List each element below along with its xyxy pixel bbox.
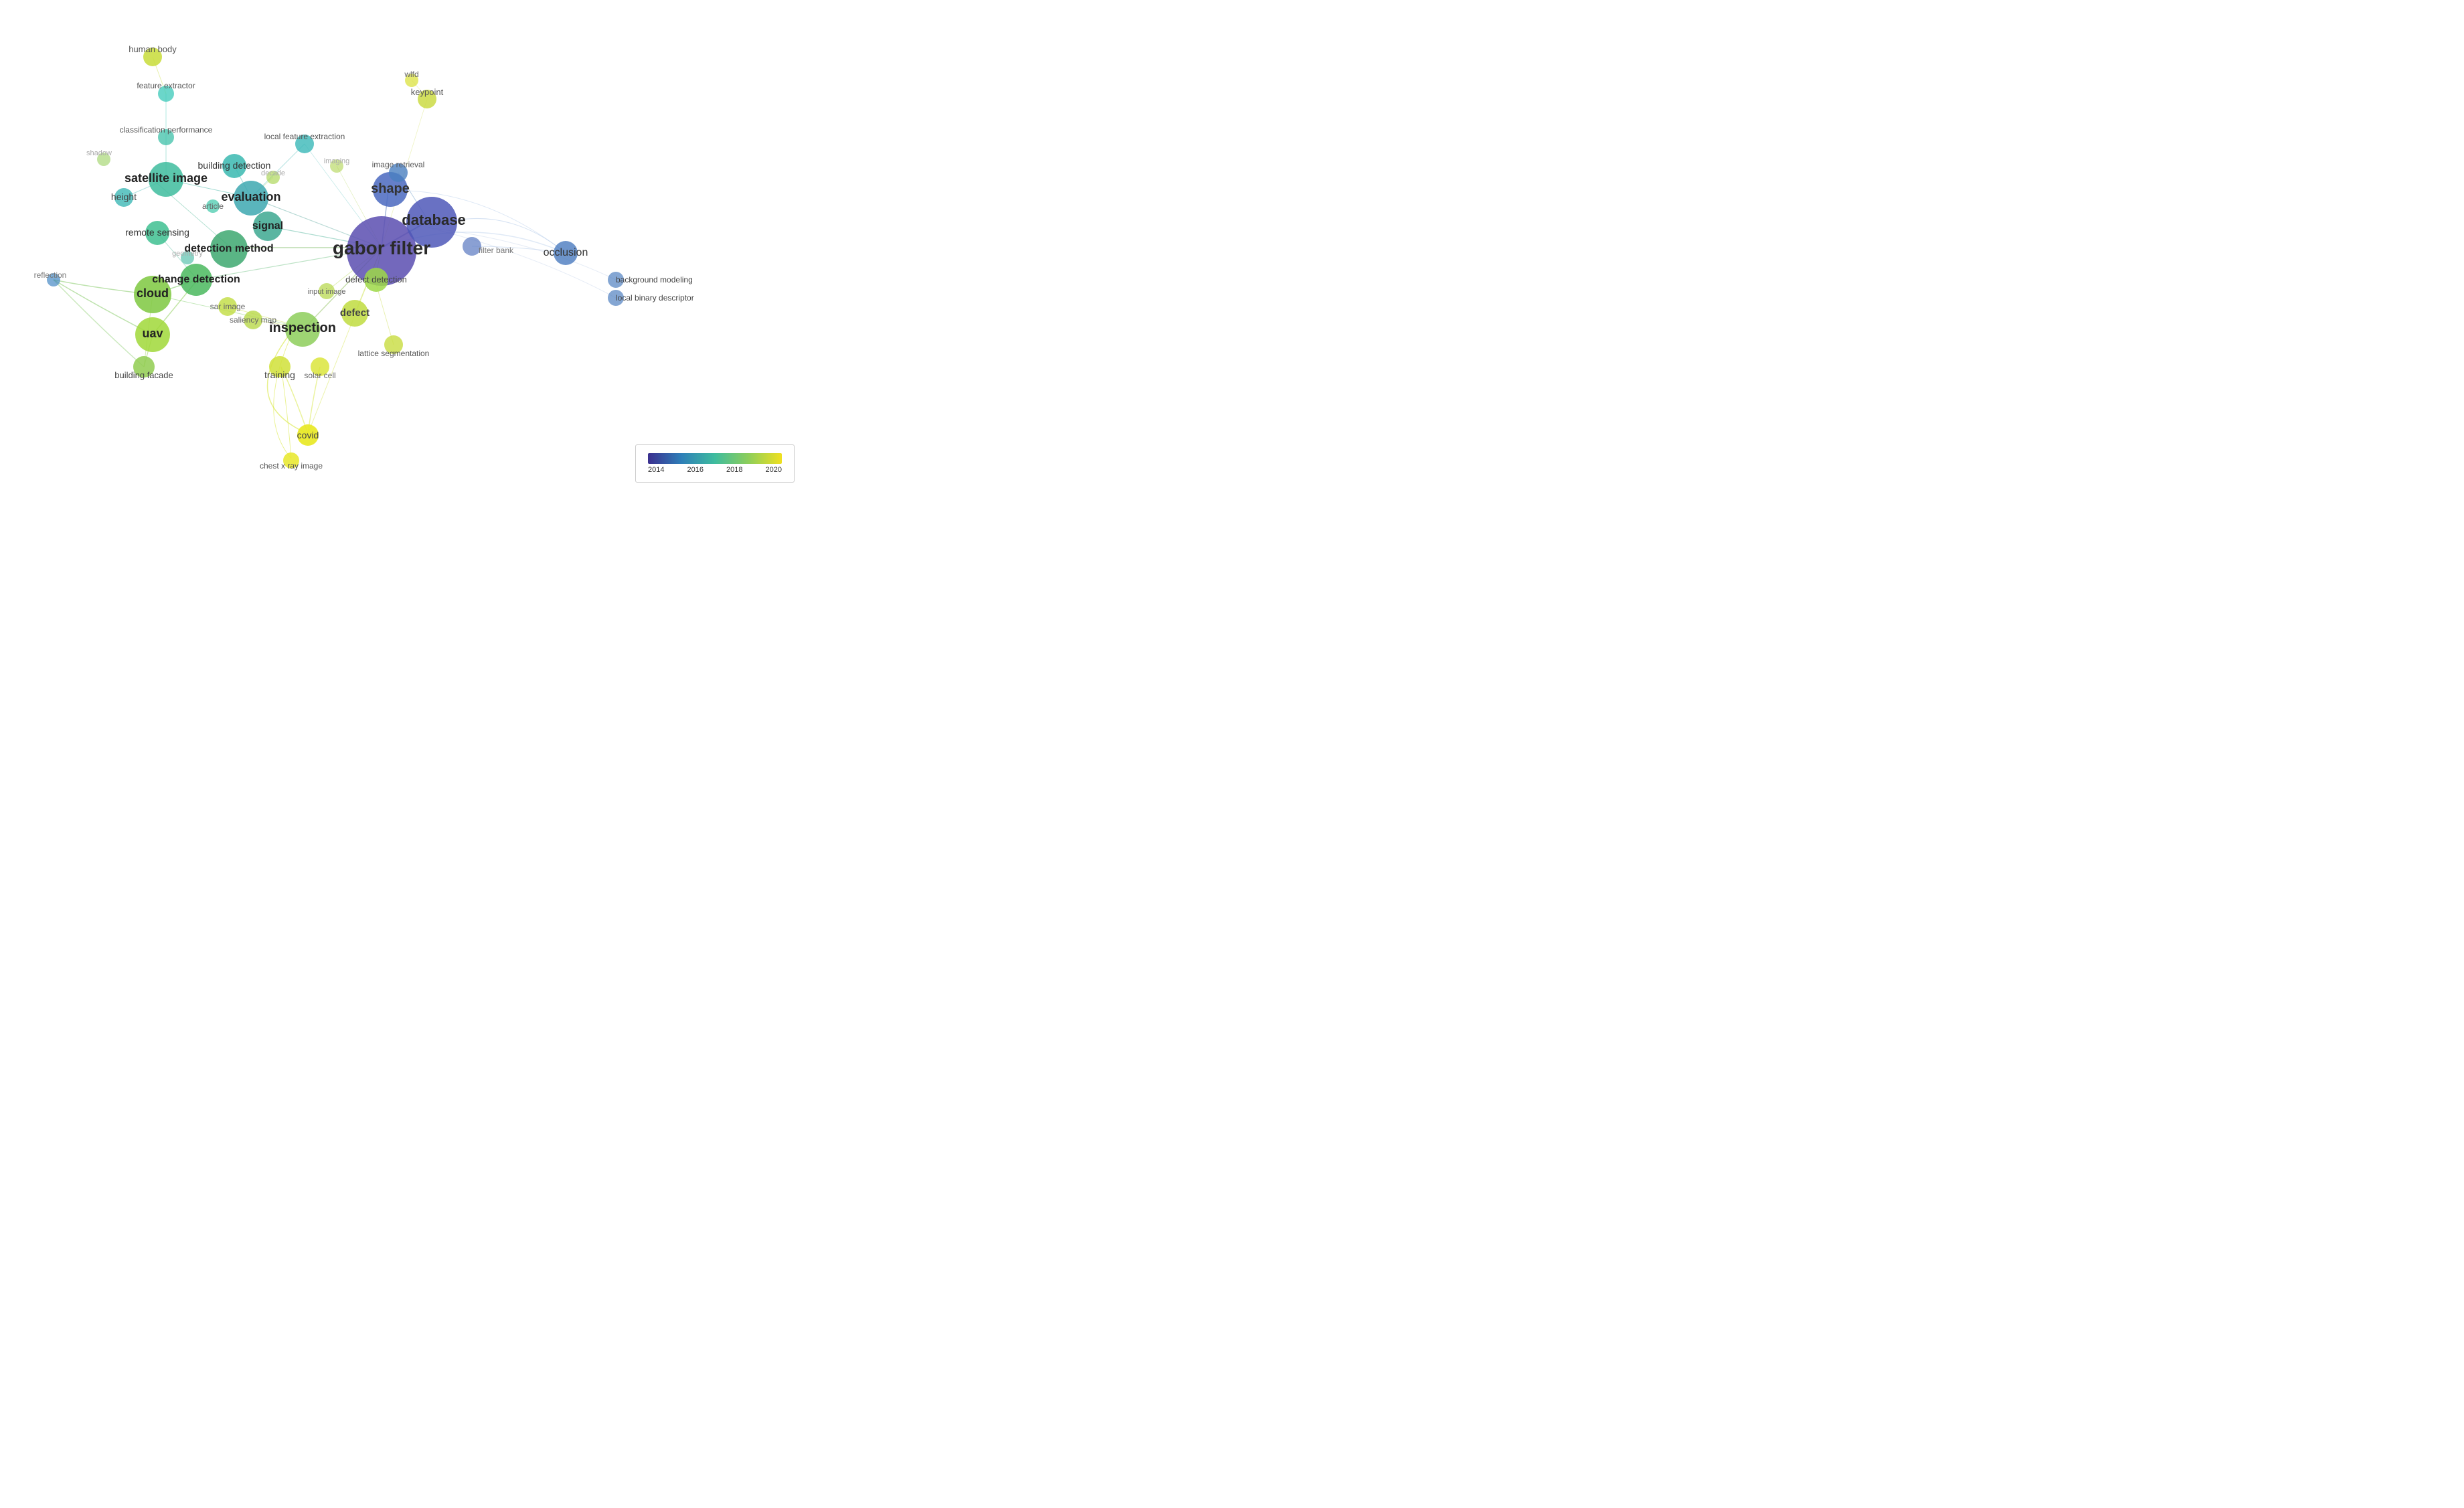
edge (274, 328, 295, 458)
network-visualization: gabor filter database shape evaluation d… (0, 0, 821, 503)
label-local-binary-descriptor: local binary descriptor (616, 293, 694, 303)
label-article: article (202, 201, 224, 211)
label-filter-bank: filter bank (479, 246, 514, 255)
label-inspection: inspection (269, 321, 336, 335)
label-feature-extractor: feature extractor (137, 81, 195, 90)
label-building-facade: building facade (114, 370, 173, 380)
label-sar-image: sar image (210, 302, 246, 311)
label-image-retrieval: image retrieval (372, 160, 425, 169)
label-wlfd: wlfd (404, 70, 418, 79)
label-local-feature-extraction: local feature extraction (264, 132, 345, 141)
label-satellite-image: satellite image (125, 171, 208, 185)
label-decade: decade (261, 169, 285, 177)
label-classification-performance: classification performance (120, 125, 213, 135)
legend-gradient (648, 453, 782, 464)
label-shadow: shadow (86, 149, 112, 157)
label-evaluation: evaluation (221, 190, 280, 203)
label-reflection: reflection (34, 270, 67, 280)
label-shape: shape (371, 181, 410, 196)
label-covid: covid (297, 430, 319, 440)
label-uav: uav (142, 327, 163, 340)
label-lattice-segmentation: lattice segmentation (358, 349, 430, 358)
label-human-body: human body (129, 44, 177, 54)
label-background-modeling: background modeling (616, 275, 693, 284)
legend-year-2014: 2014 (648, 466, 664, 474)
label-defect-detection: defect detection (345, 274, 407, 284)
network-svg: gabor filter database shape evaluation d… (0, 0, 821, 503)
legend-year-2016: 2016 (687, 466, 704, 474)
legend-labels: 2014 2016 2018 2020 (648, 466, 782, 474)
label-database: database (402, 212, 465, 228)
label-training: training (264, 369, 295, 380)
legend: 2014 2016 2018 2020 (635, 444, 795, 483)
label-keypoint: keypoint (411, 87, 444, 97)
label-saliency-map: saliency map (230, 315, 276, 325)
label-occlusion: occlusion (544, 247, 588, 258)
label-imaging: imaging (324, 157, 350, 165)
legend-year-2018: 2018 (726, 466, 742, 474)
edge (281, 367, 291, 458)
label-remote-sensing: remote sensing (125, 227, 189, 238)
legend-year-2020: 2020 (766, 466, 782, 474)
label-geometry: geometry (172, 250, 203, 258)
label-solar-cell: solar cell (304, 371, 335, 380)
label-signal: signal (252, 220, 283, 232)
label-gabor-filter: gabor filter (333, 238, 430, 258)
label-defect: defect (340, 307, 369, 319)
label-change-detection: change detection (152, 274, 240, 285)
label-height: height (111, 191, 137, 202)
label-chest-xray: chest x ray image (260, 461, 323, 471)
label-cloud: cloud (137, 286, 169, 300)
label-building-detection: building detection (198, 160, 271, 171)
label-input-image: input image (308, 288, 346, 296)
